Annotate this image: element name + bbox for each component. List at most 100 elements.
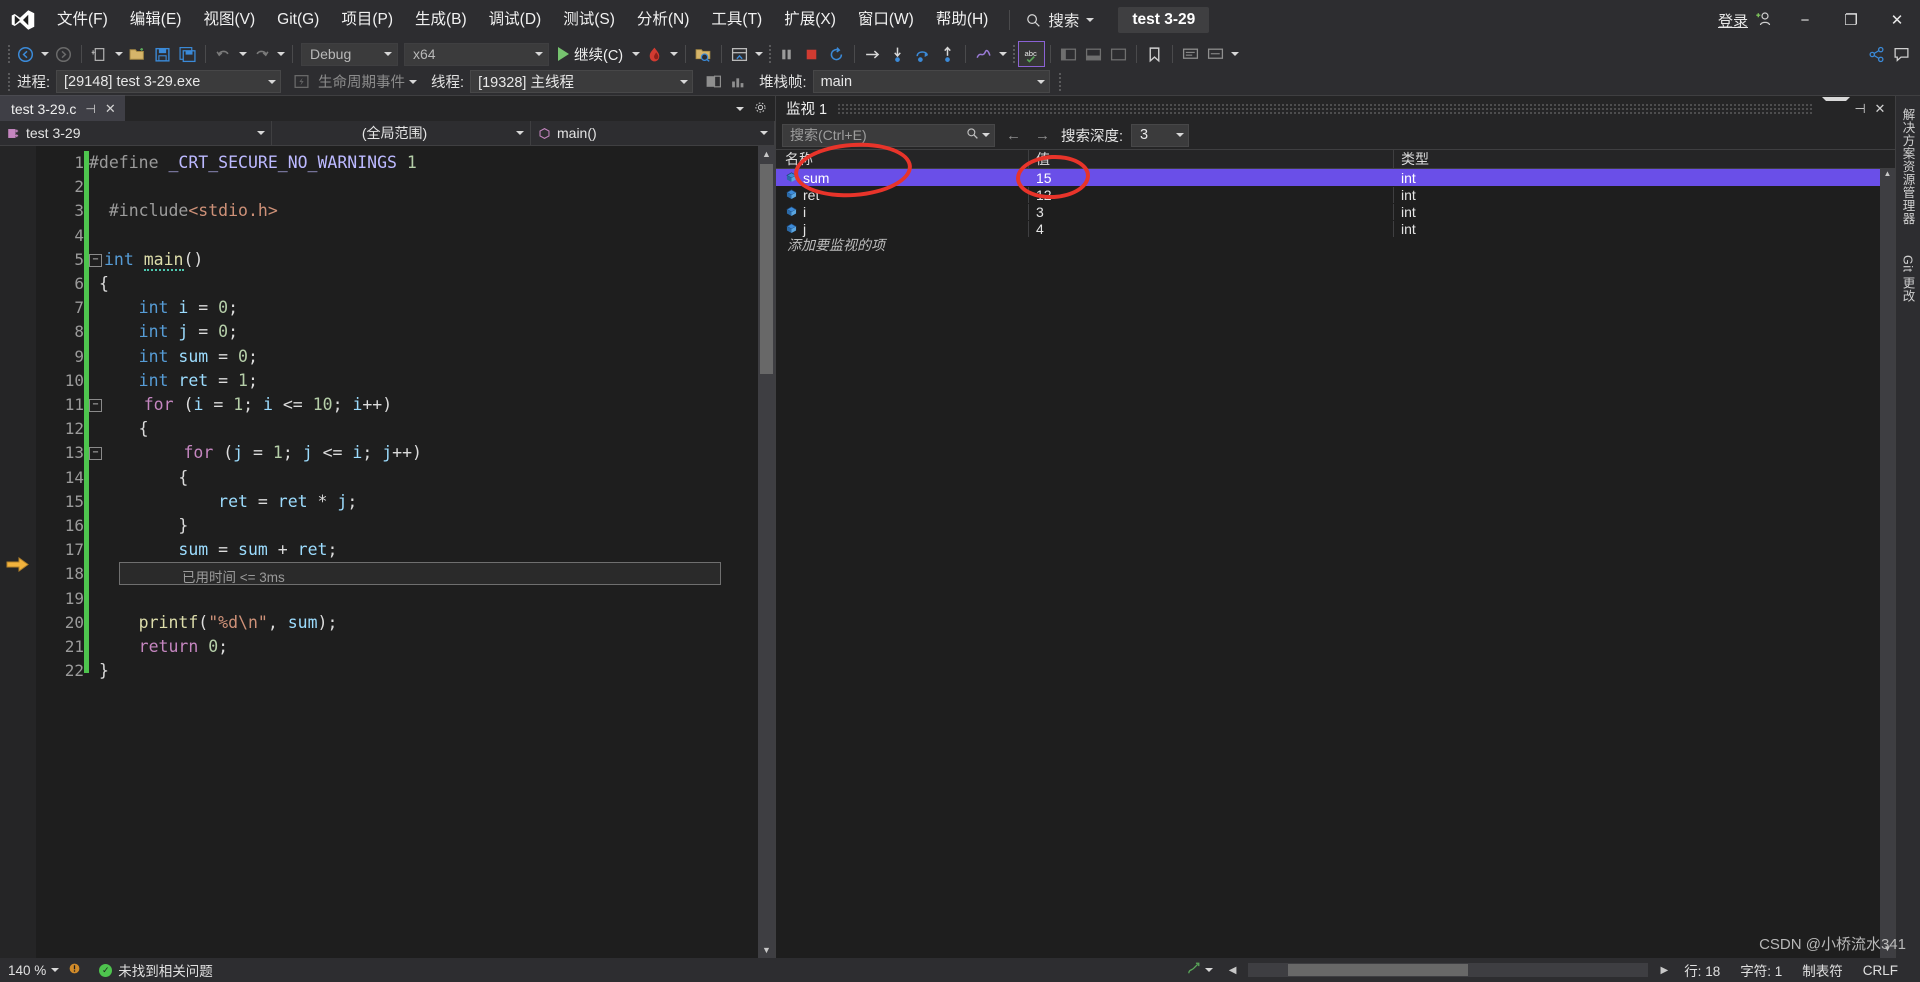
- bookmark-icon[interactable]: [1142, 42, 1167, 66]
- search-next-icon[interactable]: →: [1032, 127, 1053, 144]
- watch-row-name-cell[interactable]: ret: [776, 186, 1029, 203]
- column-header-value[interactable]: 值: [1029, 149, 1394, 169]
- column-header-type[interactable]: 类型: [1394, 149, 1895, 169]
- problems-status[interactable]: ✓ 未找到相关问题: [89, 960, 223, 980]
- nav-project-combo[interactable]: test 3-29: [0, 121, 272, 145]
- attach-to-process-icon[interactable]: [691, 42, 716, 66]
- step-out-icon[interactable]: [935, 42, 960, 66]
- nav-function-combo[interactable]: main(): [531, 121, 775, 145]
- menu-item-edit[interactable]: 编辑(E): [119, 0, 193, 40]
- toolbar-grip-2[interactable]: [765, 44, 774, 64]
- column-header-name[interactable]: 名称: [776, 149, 1029, 169]
- scroll-up-icon[interactable]: ▲: [758, 146, 775, 162]
- show-next-statement-icon[interactable]: [860, 42, 885, 66]
- feedback-icon[interactable]: [1889, 42, 1914, 66]
- scrollbar-thumb[interactable]: [1288, 964, 1469, 976]
- scrollbar-thumb[interactable]: [760, 164, 773, 374]
- sidebar-item-solution-explorer[interactable]: 解决方案资源管理器: [1897, 102, 1920, 231]
- stack-frame-icon[interactable]: [701, 70, 726, 94]
- menu-item-view[interactable]: 视图(V): [192, 0, 266, 40]
- hscroll-right-icon[interactable]: ▶: [1654, 965, 1674, 976]
- restart-icon[interactable]: [824, 42, 849, 66]
- watch-row-value-cell[interactable]: 4: [1029, 220, 1394, 237]
- search-options-chevron-down-icon[interactable]: [982, 133, 990, 137]
- step-over-icon[interactable]: [910, 42, 935, 66]
- hscroll-left-icon[interactable]: ◀: [1223, 965, 1243, 976]
- stackframe-combo[interactable]: main: [812, 70, 1050, 93]
- close-icon[interactable]: ✕: [1870, 99, 1890, 119]
- menu-item-project[interactable]: 项目(P): [330, 0, 404, 40]
- navigate-backward-dropdown[interactable]: [38, 42, 51, 66]
- line-ending-indicator[interactable]: CRLF: [1853, 963, 1920, 978]
- window-menu-chevron-down-icon[interactable]: [1822, 96, 1850, 121]
- global-search[interactable]: 搜索: [1020, 6, 1100, 34]
- toggle-panel-1-icon[interactable]: [1056, 42, 1081, 66]
- undo-dropdown[interactable]: [236, 42, 249, 66]
- lifecycle-chevron-down-icon[interactable]: [409, 79, 418, 84]
- watch-row-value-cell[interactable]: 15: [1029, 169, 1394, 186]
- menu-item-help[interactable]: 帮助(H): [925, 0, 1000, 40]
- menu-item-debug[interactable]: 调试(D): [478, 0, 553, 40]
- source-control-icon[interactable]: [1182, 961, 1205, 979]
- table-row[interactable]: ret 12 int: [776, 186, 1880, 203]
- zoom-control[interactable]: 140 %: [0, 962, 89, 978]
- menu-item-build[interactable]: 生成(B): [404, 0, 478, 40]
- toggle-panel-2-icon[interactable]: [1081, 42, 1106, 66]
- watch-vertical-scrollbar[interactable]: ▲ ▼: [1880, 169, 1895, 958]
- uncomment-icon[interactable]: [1203, 42, 1228, 66]
- toolbar-grip[interactable]: [4, 44, 13, 64]
- comment-dropdown[interactable]: [1228, 42, 1241, 66]
- proc-toolbar-grip[interactable]: [4, 72, 13, 92]
- menu-item-git[interactable]: Git(G): [266, 0, 330, 40]
- indentation-indicator[interactable]: 制表符: [1792, 960, 1853, 980]
- thread-combo[interactable]: [19328] 主线程: [470, 70, 694, 93]
- editor-tab-test-3-29-c[interactable]: test 3-29.c ⊣ ✕: [0, 95, 125, 121]
- menu-item-tools[interactable]: 工具(T): [700, 0, 773, 40]
- solution-configuration-combo[interactable]: Debug: [301, 42, 398, 66]
- undo-icon[interactable]: [211, 42, 236, 66]
- table-row[interactable]: i 3 int: [776, 203, 1880, 220]
- save-all-icon[interactable]: [175, 42, 200, 66]
- editor-horizontal-scrollbar[interactable]: [1248, 963, 1649, 977]
- toggle-panel-3-icon[interactable]: [1106, 42, 1131, 66]
- toggle-window-layout-icon[interactable]: [727, 42, 752, 66]
- search-depth-combo[interactable]: 3: [1131, 123, 1190, 147]
- menu-item-extensions[interactable]: 扩展(X): [773, 0, 847, 40]
- diagnostic-tools-icon[interactable]: [971, 42, 996, 66]
- solution-chip[interactable]: test 3-29: [1118, 7, 1210, 33]
- process-combo[interactable]: [29148] test 3-29.exe: [56, 70, 282, 93]
- lifecycle-events-label[interactable]: 生命周期事件: [318, 71, 405, 92]
- pin-icon[interactable]: ⊣: [1850, 99, 1870, 119]
- solution-platform-combo[interactable]: x64: [404, 42, 549, 66]
- code-editor[interactable]: 1 2 3 4 5 6 7 8 9 10 11 12 13 14 15 16 1: [0, 146, 775, 958]
- diagnostic-dropdown[interactable]: [996, 42, 1009, 66]
- pin-icon[interactable]: ⊣: [85, 102, 95, 116]
- close-icon[interactable]: ✕: [105, 101, 116, 117]
- minimize-button[interactable]: −: [1782, 0, 1828, 40]
- toolbar-grip-3[interactable]: [1009, 44, 1018, 64]
- watch-row-name-cell[interactable]: i: [776, 203, 1029, 220]
- table-row[interactable]: sum 15 int: [776, 169, 1880, 186]
- watch-search-input[interactable]: 搜索(Ctrl+E): [782, 123, 995, 147]
- comment-icon[interactable]: [1178, 42, 1203, 66]
- menu-item-window[interactable]: 窗口(W): [847, 0, 925, 40]
- redo-dropdown[interactable]: [274, 42, 287, 66]
- layout-dropdown[interactable]: [752, 42, 765, 66]
- step-into-icon[interactable]: [885, 42, 910, 66]
- breakpoint-gutter[interactable]: [0, 146, 36, 958]
- watch-add-item-row[interactable]: 添加要监视的项: [776, 237, 1880, 254]
- lifecycle-events-icon[interactable]: [289, 70, 314, 94]
- new-project-dropdown[interactable]: [112, 42, 125, 66]
- tab-list-chevron-down-icon[interactable]: [736, 106, 744, 111]
- sign-in-button[interactable]: 登录: [1708, 0, 1782, 40]
- watch-row-name-cell[interactable]: sum: [776, 169, 1029, 186]
- gear-icon[interactable]: [754, 101, 767, 117]
- error-list-icon[interactable]: [68, 962, 81, 978]
- scroll-up-icon[interactable]: ▲: [1880, 169, 1895, 183]
- source-control-chevron-down-icon[interactable]: [1204, 968, 1213, 972]
- nav-scope-combo[interactable]: (全局范围): [272, 121, 531, 145]
- open-file-icon[interactable]: [125, 42, 150, 66]
- proc-toolbar-grip-2[interactable]: [1056, 72, 1065, 92]
- navigate-backward-icon[interactable]: [13, 42, 38, 66]
- watch-row-value-cell[interactable]: 12: [1029, 186, 1394, 203]
